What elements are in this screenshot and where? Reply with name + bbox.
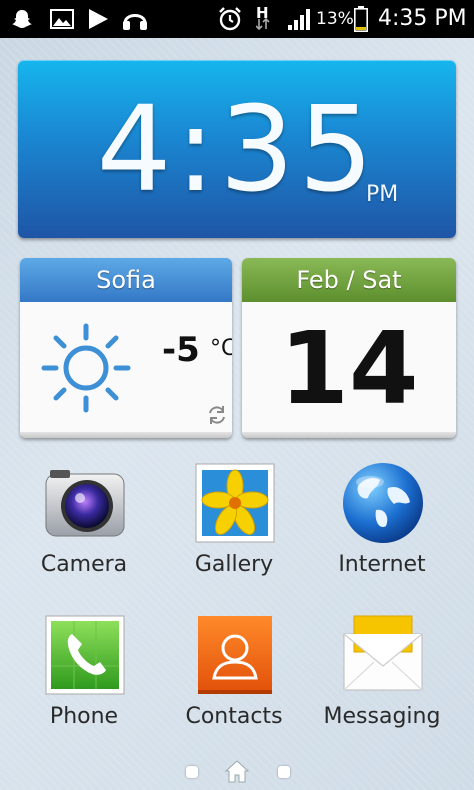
app-camera[interactable]: Camera (14, 460, 154, 610)
globe-icon (340, 460, 426, 546)
status-time: 4:35 PM (378, 6, 467, 31)
signal-strength-icon (286, 0, 314, 38)
app-label: Internet (338, 552, 426, 577)
envelope-icon (340, 612, 426, 698)
day-number: 14 (279, 310, 419, 427)
status-bar: H 13% 4:35 PM (0, 0, 474, 38)
snapchat-icon (10, 0, 34, 38)
headphones-icon (120, 0, 150, 38)
camera-icon (42, 460, 128, 546)
app-label: Phone (49, 704, 119, 729)
app-label: Contacts (185, 704, 283, 729)
card-bottom-edge (20, 432, 232, 438)
app-contacts[interactable]: Contacts (164, 612, 304, 762)
temperature-unit: °C (210, 336, 232, 361)
home-icon[interactable] (224, 758, 250, 784)
clock-widget[interactable]: 4:35 PM (18, 60, 456, 238)
sun-icon (38, 320, 134, 416)
play-icon (84, 0, 112, 38)
app-gallery[interactable]: Gallery (164, 460, 304, 610)
battery-percent: 13% (316, 9, 354, 29)
gallery-icon (192, 460, 278, 546)
app-label: Camera (40, 552, 128, 577)
page-indicator-left[interactable] (186, 766, 198, 778)
app-label: Gallery (194, 552, 274, 577)
phone-icon (42, 612, 128, 698)
weather-widget[interactable]: Sofia -5 °C (20, 258, 232, 438)
image-notification-icon (48, 0, 76, 38)
contacts-icon (192, 612, 278, 698)
page-indicator-right[interactable] (278, 766, 290, 778)
data-arrows-icon (254, 14, 272, 34)
temperature-value: -5 (162, 330, 200, 370)
app-phone[interactable]: Phone (14, 612, 154, 762)
weather-city: Sofia (20, 258, 232, 302)
date-header: Feb / Sat (242, 258, 456, 302)
card-bottom-edge (242, 432, 456, 438)
alarm-icon (216, 0, 244, 38)
battery-icon (352, 0, 370, 38)
date-widget[interactable]: Feb / Sat 14 (242, 258, 456, 438)
app-internet[interactable]: Internet (312, 460, 452, 610)
clock-ampm: PM (366, 182, 399, 207)
refresh-icon[interactable] (206, 404, 228, 426)
app-label: Messaging (323, 704, 441, 729)
app-messaging[interactable]: Messaging (312, 612, 452, 762)
